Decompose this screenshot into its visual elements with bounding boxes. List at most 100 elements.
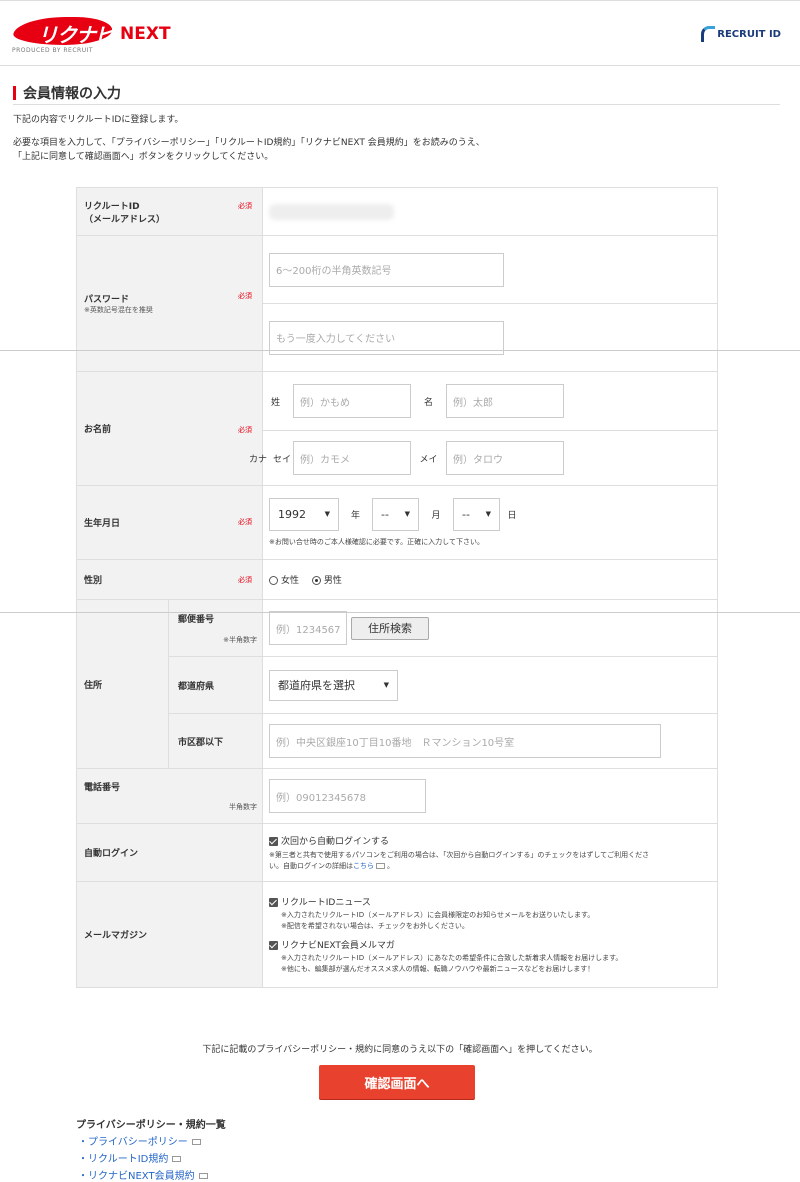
- zip-cell: 例）1234567 住所検索: [262, 599, 718, 657]
- required-badge: 必須: [238, 202, 252, 210]
- prefecture-select[interactable]: 都道府県を選択 ▼: [269, 669, 398, 701]
- label-recruit-id-2: （メールアドレス）: [84, 214, 166, 225]
- female-label: 女性: [281, 576, 300, 586]
- label-mail-magazine: メールマガジン: [76, 881, 263, 988]
- sei-kana-input[interactable]: 例）カモメ: [293, 441, 411, 475]
- zip-note: ※半角数字: [223, 635, 257, 644]
- city-input[interactable]: 例）中央区銀座10丁目10番地 Ｒマンション10号室: [269, 724, 661, 758]
- label-recruit-id: リクルートID （メールアドレス） 必須: [76, 187, 263, 236]
- site-header: リクナビ NEXT PRODUCED BY RECRUIT RECRUIT ID: [0, 0, 800, 66]
- checkbox-checked-icon: [269, 897, 278, 907]
- mag2-label: リクナビNEXT会員メルマガ: [281, 940, 395, 951]
- day-unit: 日: [507, 510, 517, 521]
- phone-input[interactable]: 例）09012345678: [269, 779, 426, 813]
- label-mail-magazine-text: メールマガジン: [84, 931, 148, 941]
- name-cell: 姓 例）かもめ 名 例）太郎: [262, 371, 718, 431]
- row-gender: 性別 必須 女性 男性: [76, 559, 718, 600]
- mag2-note-1: ※入力されたリクルートID（メールアドレス）にあなたの希望条件に合致した新着求人…: [281, 953, 623, 962]
- label-gender: 性別 必須: [76, 559, 263, 600]
- mail-magazine-cell: リクルートIDニュース ※入力されたリクルートID（メールアドレス）に会員様限定…: [262, 881, 718, 988]
- page-heading: 会員情報の入力: [23, 86, 121, 102]
- mag2-checkbox[interactable]: リクナビNEXT会員メルマガ: [269, 938, 711, 951]
- intro-text-1: 下記の内容でリクルートIDに登録します。: [13, 115, 184, 125]
- month-unit: 月: [431, 510, 441, 521]
- blurred-email: [269, 203, 394, 220]
- day-select[interactable]: -- ▼: [453, 497, 500, 531]
- mei-input[interactable]: 例）太郎: [446, 384, 564, 418]
- radio-icon: [269, 576, 278, 585]
- label-phone-text: 電話番号: [84, 783, 121, 793]
- logo-text: リクナビ: [38, 23, 115, 47]
- confirm-button[interactable]: 確認画面へ: [319, 1065, 475, 1099]
- year-value: 1992: [278, 507, 306, 521]
- row-recruit-id: リクルートID （メールアドレス） 必須: [76, 187, 718, 236]
- mag2-note-2: ※他にも、編集部が選んだオススメ求人の情報、転職ノウハウや最新ニュースなどをお届…: [281, 964, 595, 973]
- required-badge: 必須: [238, 292, 252, 300]
- label-recruit-id-1: リクルートID: [84, 201, 140, 212]
- logo-sub: PRODUCED BY RECRUIT: [12, 47, 94, 54]
- recruit-id-terms-link[interactable]: ・リクルートID規約: [78, 1150, 182, 1165]
- autologin-note-2: い。自動ログインの詳細はこちら。: [269, 861, 394, 870]
- autologin-checkbox[interactable]: 次回から自動ログインする: [269, 834, 711, 847]
- radio-male[interactable]: 男性: [311, 576, 342, 586]
- autologin-cell: 次回から自動ログインする ※第三者と共有で使用するパソコンをご利用の場合は、「次…: [262, 823, 718, 882]
- radio-female[interactable]: 女性: [269, 576, 299, 586]
- kana-cell: カナ セイ 例）カモメ メイ 例）タロウ: [249, 430, 718, 486]
- label-autologin: 自動ログイン: [76, 823, 263, 882]
- intro-text-3: 「上記に同意して確認画面へ」ボタンをクリックしてください。: [13, 152, 274, 162]
- label-zip: 郵便番号 ※半角数字: [168, 599, 263, 657]
- label-city-text: 市区郡以下: [178, 737, 224, 748]
- external-link-icon: [198, 1173, 208, 1179]
- password-cell: 6〜200桁の半角英数記号: [262, 235, 718, 304]
- password-input[interactable]: 6〜200桁の半角英数記号: [269, 252, 504, 287]
- autologin-note-2a: い。自動ログインの詳細は: [269, 861, 353, 870]
- divider-line: [0, 350, 800, 351]
- year-select[interactable]: 1992 ▼: [269, 497, 339, 531]
- row-city: 市区郡以下 例）中央区銀座10丁目10番地 Ｒマンション10号室: [77, 713, 718, 769]
- privacy-policy-link[interactable]: ・プライバシーポリシー: [78, 1133, 201, 1148]
- prefecture-cell: 都道府県を選択 ▼: [262, 656, 718, 714]
- radio-checked-icon: [311, 576, 321, 585]
- label-password-text: パスワード: [84, 295, 130, 305]
- external-link-icon: [191, 1139, 201, 1145]
- rikunabi-next-logo[interactable]: リクナビ NEXT PRODUCED BY RECRUIT: [11, 13, 192, 55]
- mei-kana-label: メイ: [419, 454, 438, 465]
- recruit-id-logo: RECRUIT ID: [701, 23, 781, 45]
- mei-kana-input[interactable]: 例）タロウ: [446, 441, 564, 475]
- name-fields: 姓 例）かもめ 名 例）太郎: [269, 384, 711, 418]
- autologin-note-1: ※第三者と共有で使用するパソコンをご利用の場合は、「次回から自動ログインする」の…: [269, 850, 650, 859]
- chevron-down-icon: ▼: [404, 510, 410, 518]
- autologin-detail-link[interactable]: こちら: [353, 862, 374, 870]
- external-link-icon: [172, 1156, 182, 1162]
- month-value: --: [381, 507, 389, 521]
- address-search-button[interactable]: 住所検索: [351, 616, 429, 640]
- label-name-text: お名前: [84, 425, 112, 435]
- male-label: 男性: [323, 576, 342, 586]
- mag1-checkbox[interactable]: リクルートIDニュース: [269, 895, 711, 908]
- chevron-down-icon: ▼: [485, 510, 491, 518]
- registration-form: リクルートID （メールアドレス） 必須 パスワード ※英数記号混在を推奨 必須…: [76, 187, 718, 988]
- mag1-note-2: ※配信を希望されない場合は、チェックをお外しください。: [281, 921, 469, 930]
- label-address-text: 住所: [84, 680, 103, 691]
- logo-next: NEXT: [120, 24, 171, 44]
- recruit-id-text: RECRUIT ID: [717, 28, 781, 40]
- label-address: 住所: [76, 599, 169, 769]
- sei-kana-label: セイ: [273, 454, 292, 465]
- autologin-text: 次回から自動ログインする: [281, 836, 390, 847]
- row-prefecture: 都道府県 都道府県を選択 ▼: [77, 656, 718, 714]
- gender-cell: 女性 男性: [262, 559, 718, 600]
- label-autologin-text: 自動ログイン: [84, 849, 139, 859]
- checkbox-checked-icon: [269, 836, 278, 846]
- city-cell: 例）中央区銀座10丁目10番地 Ｒマンション10号室: [262, 713, 718, 769]
- birthdate-fields: 1992 ▼ 年 -- ▼ 月 -- ▼ 日: [269, 497, 711, 531]
- mag1-label: リクルートIDニュース: [281, 897, 371, 908]
- next-terms-link[interactable]: ・リクナビNEXT会員規約: [78, 1167, 208, 1182]
- month-select[interactable]: -- ▼: [372, 497, 419, 531]
- label-birthdate-text: 生年月日: [84, 519, 121, 529]
- sei-input[interactable]: 例）かもめ: [293, 384, 411, 418]
- phone-cell: 例）09012345678: [262, 768, 718, 824]
- zip-input[interactable]: 例）1234567: [269, 611, 347, 645]
- chevron-down-icon: ▼: [324, 510, 330, 518]
- required-badge: 必須: [238, 426, 252, 434]
- checkbox-checked-icon: [269, 940, 278, 950]
